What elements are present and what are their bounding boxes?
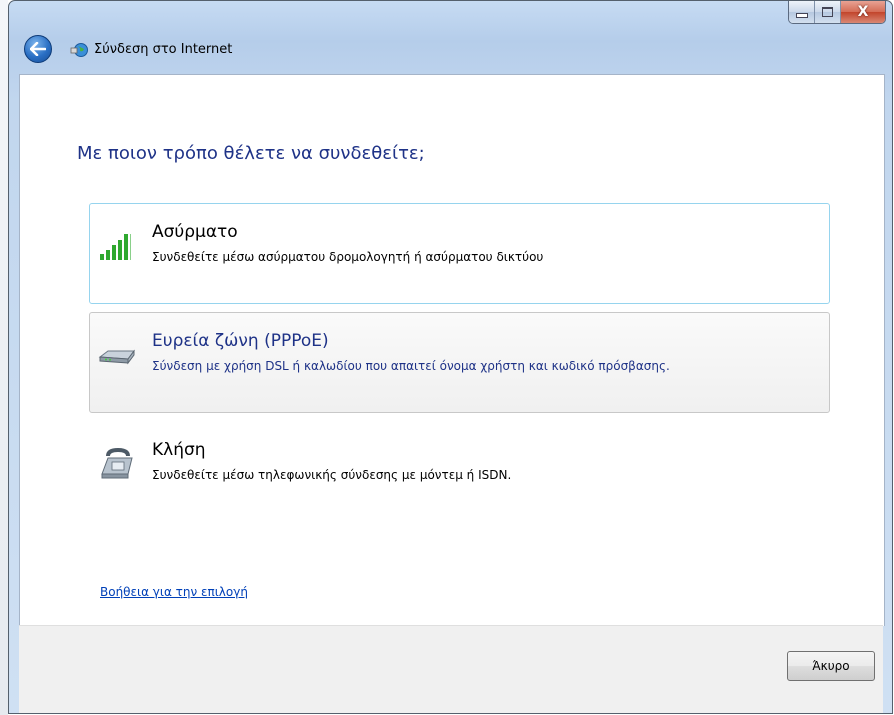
cancel-button[interactable]: Άκυρο [787, 651, 875, 681]
network-globe-icon [70, 43, 88, 57]
minimize-button[interactable] [789, 1, 815, 23]
caption-buttons: X [788, 1, 886, 24]
dialog-footer: Άκυρο [19, 625, 883, 713]
option-description: Συνδεθείτε μέσω ασύρματου δρομολογητή ή … [152, 250, 544, 264]
option-dialup[interactable]: Κλήση Συνδεθείτε μέσω τηλεφωνικής σύνδεσ… [89, 421, 830, 522]
dialup-phone-icon [101, 448, 133, 479]
option-title: Ευρεία ζώνη (PPPoE) [152, 331, 329, 351]
background-edge [0, 0, 8, 715]
page-heading: Με ποιον τρόπο θέλετε να συνδεθείτε; [77, 143, 425, 164]
option-description: Συνδεθείτε μέσω τηλεφωνικής σύνδεσης με … [152, 468, 512, 482]
connect-to-internet-window: X Σύνδεση στο Internet Με ποιον τρόπο θέ… [8, 0, 893, 714]
maximize-icon [822, 7, 833, 17]
minimize-icon [795, 13, 808, 18]
navigation-bar: Σύνδεση στο Internet [9, 29, 892, 69]
option-wireless[interactable]: Ασύρματο Συνδεθείτε μέσω ασύρματου δρομο… [89, 203, 830, 304]
maximize-button[interactable] [815, 1, 841, 23]
close-button[interactable]: X [841, 1, 885, 23]
window-title: Σύνδεση στο Internet [94, 42, 233, 57]
back-button[interactable] [24, 35, 52, 63]
option-broadband[interactable]: Ευρεία ζώνη (PPPoE) Σύνδεση με χρήση DSL… [89, 312, 830, 413]
content-area: Με ποιον τρόπο θέλετε να συνδεθείτε; Ασύ… [19, 74, 885, 626]
option-title: Κλήση [152, 440, 206, 460]
broadband-modem-icon [98, 349, 135, 365]
back-arrow-icon [30, 42, 46, 56]
close-icon: X [857, 4, 869, 20]
help-link[interactable]: Βοήθεια για την επιλογή [100, 585, 248, 599]
wireless-signal-icon [100, 234, 131, 260]
option-title: Ασύρματο [152, 222, 238, 242]
option-description: Σύνδεση με χρήση DSL ή καλωδίου που απαι… [152, 359, 670, 373]
